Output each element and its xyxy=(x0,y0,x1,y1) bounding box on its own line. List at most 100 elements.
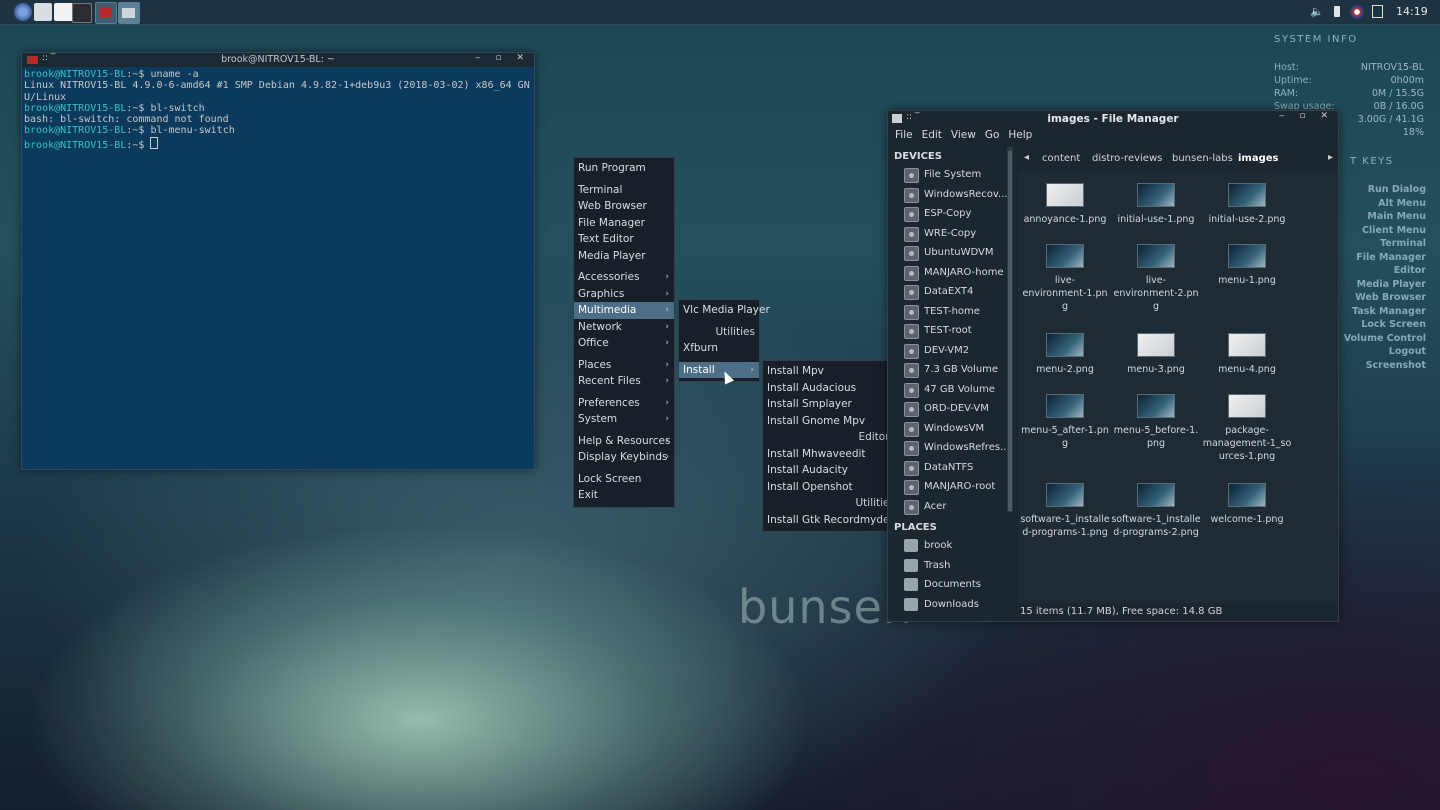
device-item[interactable]: File System xyxy=(888,165,1007,185)
menubar-help[interactable]: Help xyxy=(1005,127,1038,145)
multimedia-item-vlc-media-player[interactable]: Vlc Media Player xyxy=(679,302,770,319)
file-item[interactable]: software-1_installe d-programs-1.png xyxy=(1020,471,1110,539)
clipboard-icon[interactable] xyxy=(1372,5,1383,18)
scrollbar-thumb[interactable] xyxy=(1008,151,1012,511)
file-item[interactable]: menu-4.png xyxy=(1202,321,1292,376)
file-item[interactable]: live-environment-2.pn g xyxy=(1111,232,1201,313)
file-item[interactable]: initial-use-2.png xyxy=(1202,171,1292,226)
menu-item-recent-files[interactable]: Recent Files › xyxy=(574,373,674,390)
file-item[interactable]: welcome-1.png xyxy=(1202,471,1292,526)
breadcrumb-content[interactable]: content xyxy=(1042,153,1080,164)
install-item-install-gnome-mpv[interactable]: Install Gnome Mpv xyxy=(763,413,899,430)
window-buttons[interactable]: ‒ ▫ ✕ xyxy=(475,53,530,63)
terminal-titlebar[interactable]: :: ‾ brook@NITROV15-BL: ~ ‒ ▫ ✕ xyxy=(22,53,534,67)
menu-item-terminal[interactable]: Terminal xyxy=(574,182,674,199)
menu-item-system[interactable]: System › xyxy=(574,411,674,428)
file-item[interactable]: menu-2.png xyxy=(1020,321,1110,376)
breadcrumb-distro-reviews[interactable]: distro-reviews xyxy=(1092,153,1162,164)
volume-icon[interactable] xyxy=(1310,5,1322,18)
menubar-edit[interactable]: Edit xyxy=(919,127,948,145)
device-item[interactable]: 47 GB Volume xyxy=(888,380,1007,400)
menu-item-help-resources[interactable]: Help & Resources › xyxy=(574,433,674,450)
menu-item-display-keybinds[interactable]: Display Keybinds › xyxy=(574,449,674,466)
install-item-install-smplayer[interactable]: Install Smplayer xyxy=(763,396,899,413)
terminal-launcher-icon[interactable] xyxy=(72,3,92,23)
taskbar-terminal-window[interactable] xyxy=(95,2,117,24)
file-item[interactable]: package-management-1_so urces-1.png xyxy=(1202,382,1292,463)
breadcrumb-images[interactable]: images xyxy=(1238,153,1279,164)
device-item[interactable]: MANJARO-home xyxy=(888,263,1007,283)
device-item[interactable]: ORD-DEV-VM xyxy=(888,399,1007,419)
multimedia-item-install[interactable]: Install › xyxy=(679,361,759,378)
device-item[interactable]: WindowsRefres... xyxy=(888,438,1007,458)
menu-item-lock-screen[interactable]: Lock Screen xyxy=(574,471,674,488)
menubar-file[interactable]: File xyxy=(892,127,919,145)
menu-item-places[interactable]: Places › xyxy=(574,357,674,374)
terminal-window[interactable]: :: ‾ brook@NITROV15-BL: ~ ‒ ▫ ✕ brook@NI… xyxy=(21,52,535,470)
device-item[interactable]: ESP-Copy xyxy=(888,204,1007,224)
path-right-arrow-icon[interactable]: ▸ xyxy=(1328,152,1333,163)
keyboard-layout-icon[interactable] xyxy=(1350,5,1364,19)
side-pane-scrollbar[interactable] xyxy=(1007,147,1013,512)
device-item[interactable]: 7.3 GB Volume xyxy=(888,360,1007,380)
install-item-install-mhwaveedit[interactable]: Install Mhwaveedit xyxy=(763,446,899,463)
menu-item-web-browser[interactable]: Web Browser xyxy=(574,198,674,215)
taskbar-filemanager-window[interactable] xyxy=(118,2,140,24)
menu-item-file-manager[interactable]: File Manager xyxy=(574,215,674,232)
file-item[interactable]: menu-1.png xyxy=(1202,232,1292,287)
install-item-install-audacious[interactable]: Install Audacious xyxy=(763,380,899,397)
file-item[interactable]: menu-3.png xyxy=(1111,321,1201,376)
battery-icon[interactable] xyxy=(1332,5,1344,18)
place-item-documents[interactable]: Documents xyxy=(888,575,1007,595)
file-item[interactable]: initial-use-1.png xyxy=(1111,171,1201,226)
menu-item-run-program[interactable]: Run Program xyxy=(574,160,674,177)
place-item-brook[interactable]: brook xyxy=(888,536,1007,556)
menubar-view[interactable]: View xyxy=(948,127,982,145)
device-item[interactable]: WRE-Copy xyxy=(888,224,1007,244)
menu-item-accessories[interactable]: Accessories › xyxy=(574,269,674,286)
file-manager-titlebar[interactable]: :: ‾ images - File Manager ‒ ▫ ✕ xyxy=(888,111,1338,127)
multimedia-item-xfburn[interactable]: Xfburn xyxy=(679,340,759,357)
path-left-arrow-icon[interactable]: ◂ xyxy=(1024,152,1029,163)
file-item[interactable]: menu-5_after-1.pn g xyxy=(1020,382,1110,450)
launcher-icon[interactable] xyxy=(14,3,32,21)
device-item[interactable]: WindowsVM xyxy=(888,419,1007,439)
device-item[interactable]: DataNTFS xyxy=(888,458,1007,478)
clock[interactable]: 14:19 xyxy=(1396,5,1428,18)
device-item[interactable]: DEV-VM2 xyxy=(888,341,1007,361)
install-item-install-openshot[interactable]: Install Openshot xyxy=(763,479,899,496)
install-item-install-gtk-recordmydesktop[interactable]: Install Gtk Recordmydesktop xyxy=(763,512,918,529)
device-item[interactable]: WindowsRecov... xyxy=(888,185,1007,205)
breadcrumb-bunsen-labs[interactable]: bunsen-labs xyxy=(1172,153,1233,164)
place-item-trash[interactable]: Trash xyxy=(888,556,1007,576)
device-item[interactable]: TEST-home xyxy=(888,302,1007,322)
menu-item-preferences[interactable]: Preferences › xyxy=(574,395,674,412)
menu-item-media-player[interactable]: Media Player xyxy=(574,248,674,265)
install-item-install-audacity[interactable]: Install Audacity xyxy=(763,462,899,479)
drive-icon xyxy=(904,285,919,300)
device-item[interactable]: Acer xyxy=(888,497,1007,517)
file-item[interactable]: menu-5_before-1. png xyxy=(1111,382,1201,450)
menu-item-multimedia[interactable]: Multimedia › xyxy=(574,302,674,319)
terminal-output[interactable]: brook@NITROV15-BL:~$ uname -a Linux NITRO… xyxy=(22,67,534,153)
files-launcher-icon[interactable] xyxy=(34,3,52,21)
file-item[interactable]: annoyance-1.png xyxy=(1020,171,1110,226)
menubar-go[interactable]: Go xyxy=(982,127,1006,145)
device-item[interactable]: UbuntuWDVM xyxy=(888,243,1007,263)
device-item[interactable]: DataEXT4 xyxy=(888,282,1007,302)
place-item-downloads[interactable]: Downloads xyxy=(888,595,1007,615)
menu-item-exit[interactable]: Exit xyxy=(574,487,674,504)
device-item[interactable]: TEST-root xyxy=(888,321,1007,341)
menu-item-network[interactable]: Network › xyxy=(574,319,674,336)
device-item[interactable]: MANJARO-root xyxy=(888,477,1007,497)
file-item[interactable]: software-1_installe d-programs-2.png xyxy=(1111,471,1201,539)
menu-item-office[interactable]: Office › xyxy=(574,335,674,352)
file-item[interactable]: live-environment-1.pn g xyxy=(1020,232,1110,313)
install-item-install-mpv[interactable]: Install Mpv xyxy=(763,363,899,380)
file-manager-window[interactable]: :: ‾ images - File Manager ‒ ▫ ✕ File Edi… xyxy=(887,110,1339,622)
menu-item-text-editor[interactable]: Text Editor xyxy=(574,231,674,248)
menu-item-label: Install xyxy=(683,363,715,376)
menu-item-graphics[interactable]: Graphics › xyxy=(574,286,674,303)
file-name: menu-3.png xyxy=(1127,364,1185,375)
window-buttons[interactable]: ‒ ▫ ✕ xyxy=(1279,111,1334,121)
